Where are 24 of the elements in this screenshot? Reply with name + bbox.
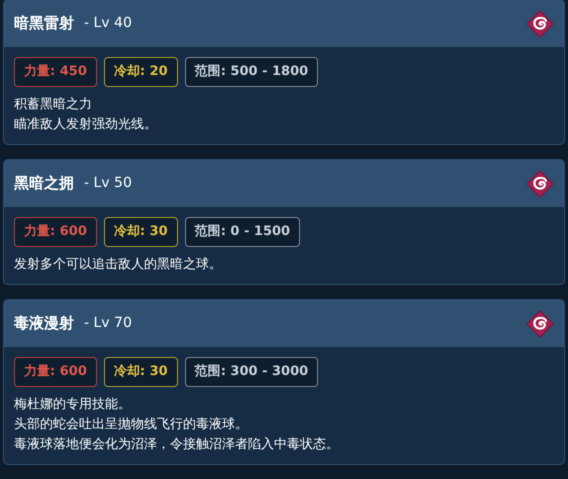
stat-tag: 范围: 300 - 3000 [184,357,318,387]
skill-level: - Lv 50 [84,174,132,193]
description-line: 积蓄黑暗之力 [14,96,93,114]
description-line: 瞄准敌人发射强劲光线。 [14,116,158,134]
stat-tag: 力量: 450 [14,57,97,87]
stat-tag: 力量: 600 [14,217,97,247]
spiral-icon [526,170,554,198]
stat-tag: 范围: 0 - 1500 [184,217,300,247]
description-line: 头部的蛇会吐出呈抛物线飞行的毒液球。 [14,416,249,434]
skill-level: - Lv 70 [84,314,132,333]
skill-name: 黑暗之拥 [14,173,74,194]
skill-level: - Lv 40 [84,14,132,33]
skill-name: 暗黑雷射 [14,13,74,34]
description-line: 毒液球落地便会化为沼泽，令接触沼泽者陷入中毒状态。 [14,436,340,454]
spiral-icon [526,10,554,38]
stat-tag: 范围: 500 - 1800 [184,57,318,87]
skill-name: 毒液漫射 [14,313,74,334]
stat-tag: 力量: 600 [14,357,97,387]
stat-tag: 冷却: 20 [104,57,178,87]
description-line: 发射多个可以追击敌人的黑暗之球。 [14,256,223,274]
stat-tag: 冷却: 30 [104,357,178,387]
spiral-icon [526,310,554,338]
description-line: 梅杜娜的专用技能。 [14,396,132,414]
stat-tag: 冷却: 30 [104,217,178,247]
